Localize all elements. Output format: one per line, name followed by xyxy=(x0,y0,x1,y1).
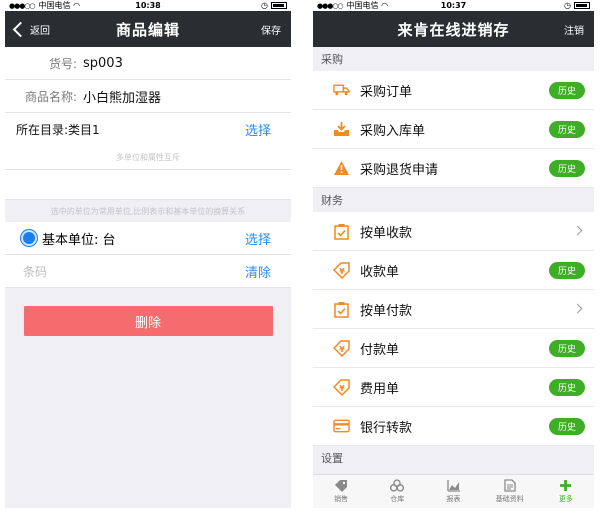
base-unit-radio[interactable] xyxy=(21,230,37,246)
menu-item-label: 银行转款 xyxy=(360,420,413,436)
menu-item-label: 收款单 xyxy=(360,264,400,280)
boxes-icon xyxy=(390,479,405,492)
barcode-row[interactable]: 条码 清除 xyxy=(5,255,291,288)
status-time: 10:38 xyxy=(135,1,161,10)
history-button[interactable]: 历史 xyxy=(549,340,585,357)
page-title: 商品编辑 xyxy=(115,20,180,39)
tag-icon xyxy=(334,479,348,492)
tab-chart[interactable]: 报表 xyxy=(425,475,481,508)
tab-document[interactable]: 基础资料 xyxy=(482,475,538,508)
multi-unit-hint: 多单位和属性互斥 xyxy=(5,146,291,170)
home-menu-screen: ●●●○○ 中国电信 ◠ 10:37 ◷ 来肯在线进销存 注销 采购 采购订单 历史采… xyxy=(313,0,594,508)
chevron-right-icon xyxy=(572,225,583,236)
section-header: 设置 xyxy=(313,446,594,470)
unit-select-button[interactable]: 选择 xyxy=(245,229,271,248)
base-unit-label: 基本单位: xyxy=(42,232,99,248)
name-input[interactable]: 小白熊加湿器 xyxy=(83,87,161,106)
delete-button[interactable]: 删除 xyxy=(23,306,273,336)
menu-item-label: 付款单 xyxy=(360,342,400,358)
menu-item-label: 按单收款 xyxy=(360,225,413,241)
back-label: 返回 xyxy=(30,25,50,37)
tab-plus[interactable]: 更多 xyxy=(538,475,594,508)
clipboard-check-icon xyxy=(333,223,350,240)
name-label: 商品名称: xyxy=(24,89,77,104)
directory-value: 类目1 xyxy=(68,123,100,137)
menu-item[interactable]: 采购入库单 历史 xyxy=(313,110,594,149)
svg-text:¥: ¥ xyxy=(339,384,345,393)
section-header: 财务 xyxy=(313,188,594,212)
tab-label: 报表 xyxy=(446,495,461,503)
sku-row[interactable]: 货号: sp003 xyxy=(5,47,291,80)
battery-icon xyxy=(271,2,287,9)
barcode-clear-button[interactable]: 清除 xyxy=(245,262,271,281)
battery-icon xyxy=(574,2,590,9)
barcode-input[interactable]: 条码 xyxy=(23,263,47,280)
menu-item-label: 采购订单 xyxy=(360,84,413,100)
name-row[interactable]: 商品名称: 小白熊加湿器 xyxy=(5,80,291,113)
status-bar: ●●●○○ 中国电信 ◠ 10:37 ◷ xyxy=(313,0,594,11)
menu-item[interactable]: 按单收款 xyxy=(313,212,594,251)
bank-card-icon xyxy=(333,418,350,435)
menu-item-label: 采购入库单 xyxy=(360,123,426,139)
plus-icon xyxy=(559,479,573,492)
chevron-left-icon xyxy=(12,21,29,37)
nav-bar: 返回 商品编辑 保存 xyxy=(5,11,291,47)
product-edit-screen: ●●●○○ 中国电信 ◠ 10:38 ◷ 返回 商品编辑 保存 货号: sp003… xyxy=(5,0,291,508)
inbox-download-icon xyxy=(333,121,350,138)
menu-item[interactable]: 按单付款 xyxy=(313,290,594,329)
back-button[interactable]: 返回 xyxy=(9,11,50,47)
attributes-area xyxy=(5,170,291,200)
tab-tag[interactable]: 销售 xyxy=(313,475,369,508)
directory-row: 所在目录: 类目1 选择 xyxy=(5,113,291,146)
money-tag-icon: ¥ xyxy=(333,378,350,396)
history-button[interactable]: 历史 xyxy=(549,418,585,435)
directory-select-button[interactable]: 选择 xyxy=(245,120,271,139)
unit-hint: 选中的单位为常用单位,比例表示和基本单位的换算关系 xyxy=(5,200,291,222)
warning-icon xyxy=(333,160,350,177)
save-button[interactable]: 保存 xyxy=(261,11,281,47)
tab-label: 销售 xyxy=(334,495,349,503)
chart-icon xyxy=(446,479,461,492)
logout-button[interactable]: 注销 xyxy=(564,11,584,47)
menu-item-label: 费用单 xyxy=(360,381,400,397)
menu-list: 采购 采购订单 历史 采购入库单 历史 采购退货申请 历史 财务 按单收款 ¥ 收款单 历史 按单付款 ¥… xyxy=(313,47,594,470)
tab-label: 基础资料 xyxy=(495,495,524,503)
history-button[interactable]: 历史 xyxy=(549,121,585,138)
menu-item[interactable]: ¥ 费用单 历史 xyxy=(313,368,594,407)
sku-input[interactable]: sp003 xyxy=(83,56,123,71)
clipboard-check-icon xyxy=(333,301,350,318)
history-button[interactable]: 历史 xyxy=(549,82,585,99)
tab-label: 更多 xyxy=(558,495,573,503)
status-bar: ●●●○○ 中国电信 ◠ 10:38 ◷ xyxy=(5,0,291,11)
money-tag-icon: ¥ xyxy=(333,261,350,279)
page-title: 来肯在线进销存 xyxy=(397,20,510,39)
menu-item[interactable]: 采购订单 历史 xyxy=(313,71,594,110)
document-icon xyxy=(503,479,517,492)
menu-item-label: 按单付款 xyxy=(360,303,413,319)
tab-bar: 销售 仓库 报表 基础资料 更多 xyxy=(313,474,594,508)
menu-item[interactable]: ¥ 付款单 历史 xyxy=(313,329,594,368)
truck-icon xyxy=(333,82,350,99)
menu-item-label: 采购退货申请 xyxy=(360,162,439,178)
nav-bar: 来肯在线进销存 注销 xyxy=(313,11,594,47)
history-button[interactable]: 历史 xyxy=(549,262,585,279)
menu-item[interactable]: 采购退货申请 历史 xyxy=(313,149,594,188)
tab-label: 仓库 xyxy=(390,495,405,503)
history-button[interactable]: 历史 xyxy=(549,160,585,177)
directory-label: 所在目录: xyxy=(16,123,69,137)
base-unit-value: 台 xyxy=(102,232,116,248)
menu-item[interactable]: ¥ 收款单 历史 xyxy=(313,251,594,290)
history-button[interactable]: 历史 xyxy=(549,379,585,396)
status-time: 10:37 xyxy=(440,1,467,10)
sku-label: 货号: xyxy=(48,56,77,71)
menu-item[interactable]: 银行转款 历史 xyxy=(313,407,594,446)
base-unit-row[interactable]: 基本单位: 台 选择 xyxy=(5,222,291,255)
svg-text:¥: ¥ xyxy=(339,267,345,276)
product-form: 货号: sp003 商品名称: 小白熊加湿器 所在目录: 类目1 选择 多单位和… xyxy=(5,47,291,200)
section-header: 采购 xyxy=(313,47,594,71)
svg-text:¥: ¥ xyxy=(339,345,345,354)
tab-boxes[interactable]: 仓库 xyxy=(369,475,425,508)
money-tag-icon: ¥ xyxy=(333,339,350,357)
chevron-right-icon xyxy=(572,303,583,314)
